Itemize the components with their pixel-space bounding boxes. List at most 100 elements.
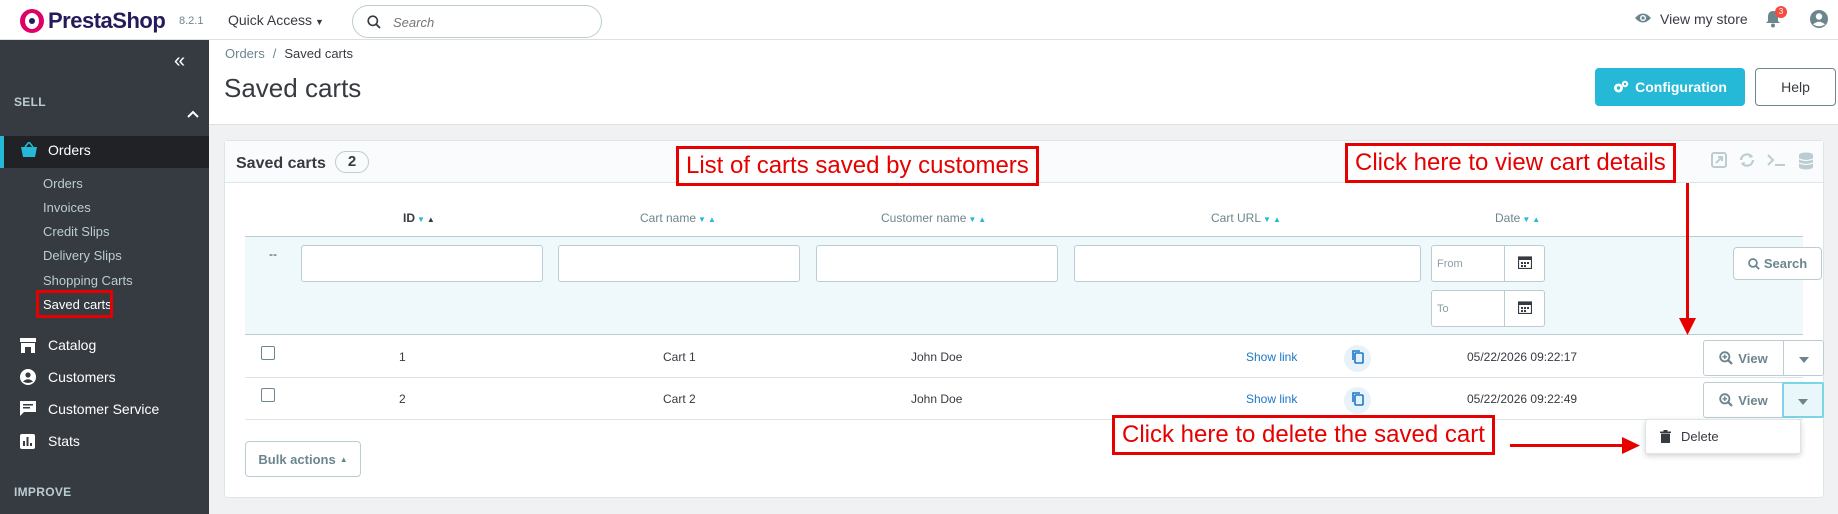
export-icon[interactable] — [1711, 152, 1727, 173]
annotation-arrow-view-line — [1686, 183, 1689, 320]
row-checkbox[interactable] — [261, 388, 275, 402]
caret-down-icon: ▼ — [315, 17, 324, 27]
sort-desc-icon: ▼ — [698, 215, 706, 224]
eye-icon — [1634, 11, 1652, 27]
collapse-sidebar-icon[interactable]: « — [174, 50, 185, 73]
sidebar-sub-shopping-carts[interactable]: Shopping Carts — [43, 273, 133, 288]
filter-date-from-input[interactable]: From — [1431, 245, 1505, 282]
column-header-cart-url[interactable]: Cart URL ▼ ▲ — [1211, 211, 1281, 225]
cell-id: 1 — [399, 350, 406, 364]
prestashop-puffin-icon — [20, 9, 44, 33]
sidebar-catalog-label: Catalog — [48, 337, 97, 353]
quick-access-dropdown[interactable]: Quick Access ▼ — [228, 12, 324, 28]
sidebar-item-customer-service[interactable]: Customer Service — [20, 401, 159, 417]
row-actions-dropdown-toggle[interactable] — [1782, 382, 1824, 418]
bar-chart-icon — [20, 433, 38, 449]
notifications-button[interactable]: 3 — [1765, 6, 1787, 31]
view-store-label: View my store — [1660, 11, 1748, 27]
configuration-label: Configuration — [1635, 79, 1727, 95]
trash-icon — [1660, 430, 1671, 443]
sort-asc-icon: ▲ — [426, 215, 435, 224]
account-circle-icon — [20, 369, 38, 385]
sidebar-item-orders[interactable]: Orders — [20, 142, 91, 158]
sidebar-sub-orders[interactable]: Orders — [43, 176, 83, 191]
sidebar: « SELL Orders Orders Invoices Credit Sli… — [0, 40, 209, 514]
card-title: Saved carts — [236, 155, 326, 172]
row-actions-group: View — [1703, 340, 1824, 376]
breadcrumb-orders-link[interactable]: Orders — [225, 46, 265, 61]
bulk-actions-label: Bulk actions — [258, 451, 336, 467]
sidebar-item-stats[interactable]: Stats — [20, 433, 80, 449]
column-header-cart-name[interactable]: Cart name ▼ ▲ — [640, 211, 716, 225]
row-checkbox[interactable] — [261, 346, 275, 360]
annotation-view-details: Click here to view cart details — [1345, 143, 1676, 183]
sql-terminal-icon[interactable] — [1767, 152, 1787, 173]
view-label: View — [1738, 350, 1768, 366]
gears-icon — [1613, 80, 1629, 94]
calendar-icon — [1517, 255, 1532, 272]
refresh-icon[interactable] — [1738, 152, 1756, 173]
account-button[interactable] — [1809, 9, 1829, 32]
column-header-id[interactable]: ID ▼ ▲ — [403, 211, 435, 225]
calendar-icon — [1517, 300, 1532, 317]
cell-id: 2 — [399, 392, 406, 406]
copy-link-button[interactable] — [1344, 345, 1371, 372]
filter-search-button[interactable]: Search — [1733, 247, 1822, 280]
sidebar-item-catalog[interactable]: Catalog — [20, 337, 96, 353]
show-link[interactable]: Show link — [1246, 350, 1297, 364]
annotation-arrow-delete-line — [1510, 444, 1624, 447]
sidebar-customer-service-label: Customer Service — [48, 401, 160, 417]
shopping-basket-icon — [20, 142, 38, 158]
filter-cart-url-input[interactable] — [1074, 245, 1421, 282]
search-button-label: Search — [1763, 256, 1808, 271]
database-icon[interactable] — [1798, 152, 1814, 173]
view-button[interactable]: View — [1704, 383, 1783, 417]
annotation-arrow-delete-head — [1622, 437, 1640, 454]
search-input[interactable] — [393, 13, 583, 31]
sidebar-orders-label: Orders — [48, 142, 91, 158]
breadcrumb: Orders / Saved carts — [225, 46, 353, 61]
delete-menu-item[interactable]: Delete — [1645, 419, 1801, 454]
view-button[interactable]: View — [1704, 341, 1783, 375]
zoom-in-icon — [1719, 351, 1734, 365]
breadcrumb-current: Saved carts — [284, 46, 354, 61]
row-actions-group: View — [1703, 382, 1824, 418]
filter-id-input[interactable] — [301, 245, 543, 282]
sort-asc-icon: ▲ — [978, 215, 987, 224]
sidebar-item-customers[interactable]: Customers — [20, 369, 116, 385]
row-actions-dropdown-toggle[interactable] — [1783, 341, 1823, 375]
help-button[interactable]: Help — [1755, 68, 1836, 106]
date-from-calendar-button[interactable] — [1505, 245, 1545, 282]
sidebar-sub-invoices[interactable]: Invoices — [43, 200, 91, 215]
view-label: View — [1738, 392, 1768, 408]
column-header-customer-name[interactable]: Customer name ▼ ▲ — [881, 211, 986, 225]
bulk-actions-button[interactable]: Bulk actions ▲ — [245, 441, 361, 477]
zoom-in-icon — [1719, 393, 1734, 407]
bell-icon — [1765, 11, 1781, 31]
sort-asc-icon: ▲ — [1272, 215, 1281, 224]
view-my-store-link[interactable]: View my store — [1634, 11, 1748, 27]
search-box[interactable] — [352, 5, 602, 38]
prestashop-logo[interactable]: PrestaShop — [20, 8, 166, 34]
sidebar-sub-credit-slips[interactable]: Credit Slips — [43, 224, 109, 239]
caret-down-icon — [1798, 393, 1808, 408]
filter-row: -- From To Search — [245, 236, 1822, 335]
section-sell: SELL — [14, 95, 46, 109]
sort-asc-icon: ▲ — [707, 215, 716, 224]
page-toolbar: Orders / Saved carts Saved carts Configura… — [209, 40, 1838, 125]
configuration-button[interactable]: Configuration — [1595, 68, 1745, 106]
date-to-calendar-button[interactable] — [1505, 290, 1545, 327]
sidebar-sub-delivery-slips[interactable]: Delivery Slips — [43, 248, 122, 263]
sort-desc-icon: ▼ — [1522, 215, 1531, 224]
filter-customer-name-input[interactable] — [816, 245, 1058, 282]
sidebar-stats-label: Stats — [48, 433, 80, 449]
chat-icon — [20, 401, 38, 417]
filter-date-to-input[interactable]: To — [1431, 290, 1505, 327]
column-header-date[interactable]: Date ▼ ▲ — [1495, 211, 1540, 225]
show-link[interactable]: Show link — [1246, 392, 1297, 406]
copy-link-button[interactable] — [1344, 387, 1371, 414]
filter-cart-name-input[interactable] — [558, 245, 800, 282]
cell-date: 05/22/2026 09:22:17 — [1467, 350, 1578, 364]
copy-icon — [1351, 350, 1364, 367]
annotation-list-of-carts: List of carts saved by customers — [676, 146, 1039, 186]
